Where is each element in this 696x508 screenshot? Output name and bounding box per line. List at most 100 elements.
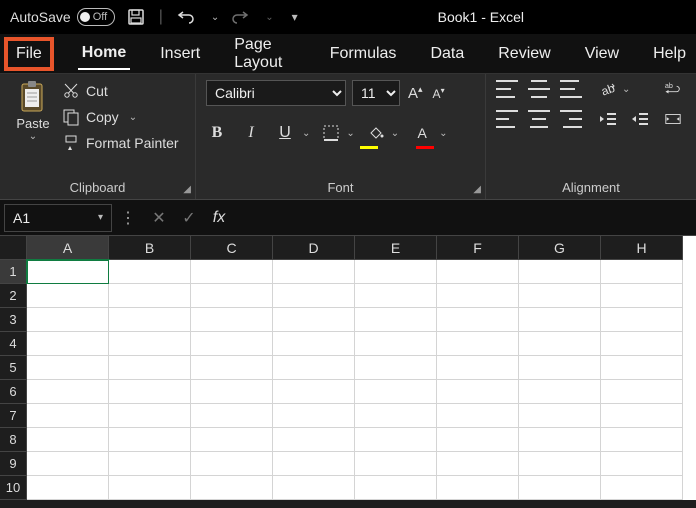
cell[interactable] [27, 452, 109, 476]
cell[interactable] [273, 308, 355, 332]
decrease-indent-button[interactable] [598, 110, 620, 128]
column-header[interactable]: D [273, 236, 355, 260]
tab-home[interactable]: Home [78, 38, 130, 70]
cell[interactable] [109, 260, 191, 284]
font-dialog-launcher-icon[interactable]: ◢ [473, 184, 481, 195]
cell[interactable] [519, 452, 601, 476]
borders-button[interactable]: ⌄ [322, 124, 354, 142]
cell[interactable] [437, 428, 519, 452]
row-header[interactable]: 3 [0, 308, 27, 332]
increase-font-icon[interactable]: A▴ [406, 82, 425, 104]
cell[interactable] [27, 356, 109, 380]
tab-data[interactable]: Data [426, 39, 468, 69]
align-middle-button[interactable] [528, 80, 550, 98]
column-header[interactable]: F [437, 236, 519, 260]
autosave-toggle[interactable]: AutoSave Off [10, 8, 115, 26]
increase-indent-button[interactable] [630, 110, 652, 128]
bold-button[interactable]: B [206, 122, 228, 144]
cell[interactable] [437, 308, 519, 332]
copy-dropdown-icon[interactable]: ⌄ [129, 112, 137, 123]
tab-file[interactable]: File [6, 39, 52, 69]
cell[interactable] [27, 476, 109, 500]
font-name-select[interactable]: Calibri [206, 80, 346, 106]
cell[interactable] [191, 332, 273, 356]
cell[interactable] [273, 380, 355, 404]
cell[interactable] [601, 428, 683, 452]
align-left-button[interactable] [496, 110, 518, 128]
column-header[interactable]: G [519, 236, 601, 260]
tab-page-layout[interactable]: Page Layout [230, 30, 300, 78]
cell[interactable] [519, 332, 601, 356]
cell[interactable] [109, 428, 191, 452]
cell[interactable] [273, 356, 355, 380]
merge-button[interactable] [664, 110, 682, 128]
column-header[interactable]: H [601, 236, 683, 260]
cell[interactable] [273, 332, 355, 356]
redo-icon[interactable] [231, 8, 249, 26]
row-header[interactable]: 7 [0, 404, 27, 428]
cell[interactable] [437, 332, 519, 356]
cell[interactable] [601, 404, 683, 428]
cell[interactable] [601, 260, 683, 284]
cell[interactable] [519, 404, 601, 428]
cut-button[interactable]: Cut [62, 82, 179, 100]
cell[interactable] [355, 308, 437, 332]
row-header[interactable]: 1 [0, 260, 27, 284]
cell[interactable] [191, 260, 273, 284]
cell[interactable] [191, 452, 273, 476]
cell[interactable] [437, 452, 519, 476]
cell[interactable] [437, 380, 519, 404]
cell[interactable] [355, 428, 437, 452]
cell[interactable] [437, 476, 519, 500]
cell[interactable] [355, 332, 437, 356]
tab-review[interactable]: Review [494, 39, 554, 69]
undo-icon[interactable] [177, 8, 195, 26]
cell[interactable] [273, 428, 355, 452]
cell[interactable] [273, 452, 355, 476]
cell[interactable] [601, 356, 683, 380]
select-all-corner[interactable] [0, 236, 27, 260]
cell[interactable] [355, 260, 437, 284]
align-bottom-button[interactable] [560, 80, 582, 98]
save-icon[interactable] [127, 8, 145, 26]
row-header[interactable]: 6 [0, 380, 27, 404]
cell[interactable] [191, 428, 273, 452]
cell[interactable] [273, 260, 355, 284]
cell[interactable] [191, 380, 273, 404]
copy-button[interactable]: Copy ⌄ [62, 108, 179, 126]
underline-button[interactable]: U ⌄ [274, 122, 310, 144]
cell[interactable] [27, 404, 109, 428]
cell[interactable] [27, 308, 109, 332]
column-header[interactable]: B [109, 236, 191, 260]
cell[interactable] [109, 452, 191, 476]
redo-dropdown[interactable]: ⌄ [265, 12, 273, 23]
cell[interactable] [27, 260, 109, 284]
align-right-button[interactable] [560, 110, 582, 128]
cell[interactable] [27, 428, 109, 452]
align-center-button[interactable] [528, 110, 550, 128]
wrap-text-button[interactable]: ab [664, 80, 682, 98]
cell[interactable] [601, 380, 683, 404]
cell[interactable] [519, 308, 601, 332]
cell[interactable] [191, 404, 273, 428]
italic-button[interactable]: I [240, 122, 262, 144]
column-header[interactable]: E [355, 236, 437, 260]
fx-icon[interactable]: fx [204, 209, 234, 227]
cell[interactable] [437, 404, 519, 428]
paste-button[interactable]: Paste ⌄ [10, 80, 56, 142]
clipboard-dialog-launcher-icon[interactable]: ◢ [183, 184, 191, 195]
tab-view[interactable]: View [581, 39, 623, 69]
cell[interactable] [27, 380, 109, 404]
cell[interactable] [191, 476, 273, 500]
cell[interactable] [191, 284, 273, 308]
cell[interactable] [437, 356, 519, 380]
font-color-button[interactable]: A ⌄ [411, 122, 447, 144]
undo-dropdown[interactable]: ⌄ [211, 12, 219, 23]
cell[interactable] [601, 308, 683, 332]
column-header[interactable]: A [27, 236, 109, 260]
column-header[interactable]: C [191, 236, 273, 260]
cell[interactable] [355, 284, 437, 308]
decrease-font-icon[interactable]: A▾ [431, 84, 447, 103]
row-header[interactable]: 10 [0, 476, 27, 500]
cell[interactable] [601, 452, 683, 476]
